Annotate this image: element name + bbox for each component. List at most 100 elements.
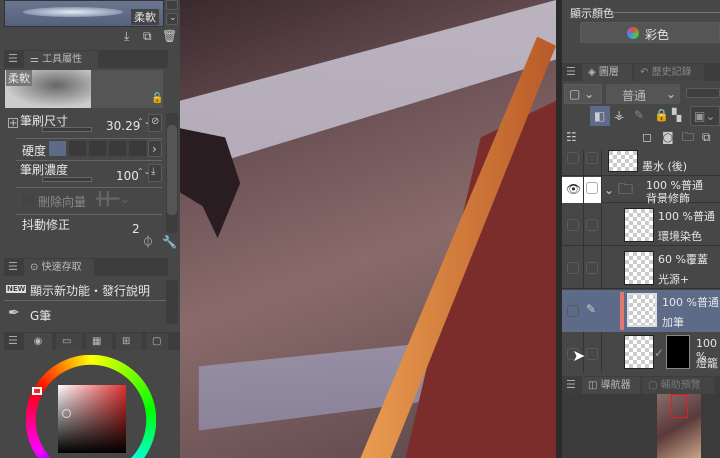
tab-label: 工具屬性 [42, 54, 83, 65]
layer-row[interactable]: ✓ 100 % 燈籠 [562, 333, 720, 372]
menu-icon[interactable]: ☰ [566, 65, 576, 78]
density-label: 筆刷濃度 [20, 163, 69, 177]
tab-label: 圖層 [598, 67, 619, 78]
new-raster-layer-icon[interactable]: ◻ [642, 131, 652, 143]
opacity-slider[interactable] [686, 88, 720, 98]
layer-row[interactable]: 100 %普通 環境染色 [562, 204, 720, 246]
pressure-button[interactable]: ⊘ [148, 114, 162, 132]
tab-color-set[interactable]: ▦ [86, 333, 112, 350]
stabilization-label: 抖動修正 [22, 218, 71, 232]
layer-row[interactable]: 60 %覆蓋 光源+ [562, 247, 720, 289]
hardness-next-button[interactable]: › [148, 140, 162, 157]
vector-mode-icons: ╋╋━⌄ [96, 192, 131, 207]
quick-access-item[interactable]: NEW 顯示新功能・發行說明 [4, 279, 166, 301]
color-picker-handle[interactable] [62, 409, 71, 418]
menu-icon[interactable]: ☰ [8, 260, 18, 273]
chevron-down-icon[interactable]: ⌄ [604, 184, 614, 196]
color-mode-icon [627, 27, 639, 39]
canvas[interactable] [180, 0, 556, 458]
mask-button[interactable]: ▣⌄ [690, 106, 720, 126]
tab-history[interactable]: ↶ 歷史記錄 [634, 64, 704, 81]
tab-tool-property[interactable]: ⚌ 工具屬性 [24, 51, 98, 68]
download-icon[interactable]: ⤓ [124, 30, 129, 42]
menu-icon[interactable]: ☰ [8, 334, 18, 347]
reference-layer-icon[interactable]: ⚶ [614, 109, 624, 121]
duplicate-icon[interactable]: ⧉ [143, 30, 152, 42]
tab-label: 導航器 [600, 380, 631, 391]
tab-sub-view[interactable]: ▢ 輔助預覽 [642, 377, 714, 394]
pen-icon: ✒ [8, 305, 20, 321]
navigator-header: ☰ ◫ 導航器 ▢ 輔助預覽 [562, 376, 720, 394]
tab-color-wheel[interactable]: ◉ [24, 333, 52, 350]
property-list: + 筆刷尺寸 30.29 ⌃⌄ ⊘ 硬度 › 筆刷濃度 100 ⌃⌄ ⤓ 刪除向… [4, 110, 164, 250]
stabilization-value[interactable]: 2 [132, 222, 140, 236]
tab-navigator[interactable]: ◫ 導航器 [582, 377, 640, 394]
brush-size-slider[interactable] [42, 127, 92, 132]
navigator-view[interactable] [562, 394, 720, 458]
layer-list: 墨水 (後) 👁 ⌄ 🗀 100 %普通 背景修飾 100 %普通 環境染色 6… [562, 150, 720, 372]
draft-layer-icon[interactable]: ✎ [634, 109, 644, 121]
vector-erase-label: 刪除向量 [38, 195, 87, 209]
layer-panel-header: ☰ ◈ 圖層 ↶ 歷史記錄 [562, 63, 720, 81]
layer-name: 墨水 (後) [642, 160, 688, 173]
property-scrollbar[interactable] [166, 113, 178, 233]
clip-layer-button[interactable]: ◧ [590, 106, 610, 126]
hardness-label: 硬度 [22, 144, 47, 158]
density-pressure-button[interactable]: ⤓ [148, 164, 162, 182]
new-vector-layer-icon[interactable]: ◙ [662, 131, 674, 143]
saturation-value-square[interactable] [58, 385, 126, 453]
visibility-toggle[interactable]: 👁 [562, 177, 583, 203]
quick-access-scrollbar[interactable] [166, 280, 178, 324]
tab-label: 歷史記錄 [651, 67, 692, 78]
tab-quick-access[interactable]: ⊙ 快速存取 [24, 259, 94, 276]
blend-mode-dropdown[interactable]: 普通 ⌄ [606, 84, 680, 104]
transfer-layer-icon[interactable]: ⧉ [702, 131, 711, 143]
trash-icon[interactable]: 🗑 [162, 30, 177, 42]
quick-access-icon: ⊙ [30, 262, 39, 273]
lock-icon[interactable]: 🔒 [654, 109, 669, 121]
layer-row-selected[interactable]: ✎ 100 %普通 加筆 [562, 290, 720, 332]
display-color-dropdown[interactable]: 彩色 [580, 22, 720, 43]
tab-color-slider[interactable]: ▭ [56, 333, 82, 350]
density-value[interactable]: 100 [116, 169, 139, 183]
lock-transparency-icon[interactable]: ▚ [672, 109, 681, 121]
quick-access-header: ☰ ⊙ 快速存取 [4, 258, 168, 276]
layer-name: 光源+ [658, 273, 690, 286]
layer-row[interactable]: 墨水 (後) [562, 150, 720, 176]
hue-handle[interactable] [32, 387, 42, 395]
tab-approximate-color[interactable]: ▢ [146, 333, 168, 350]
menu-icon[interactable]: ☰ [566, 378, 576, 391]
pencil-icon: ✎ [586, 302, 597, 316]
brush-size-value[interactable]: 30.29 [106, 119, 140, 133]
layer-folder-row[interactable]: 👁 ⌄ 🗀 100 %普通 背景修飾 [562, 177, 720, 205]
brush-preset-preview[interactable]: 柔軟 [4, 0, 164, 27]
display-color-label: 顯示顏色 [570, 7, 614, 20]
vector-erase-checkbox[interactable] [22, 194, 34, 206]
history-icon: ↶ [640, 67, 649, 78]
expand-icon[interactable]: + [8, 118, 18, 129]
quick-access-label: G筆 [30, 309, 52, 323]
menu-icon[interactable]: ☰ [8, 52, 18, 65]
density-slider[interactable] [42, 177, 92, 182]
wrench-icon[interactable]: 🔧 [162, 236, 177, 248]
layer-color-dropdown[interactable]: ▢ ⌄ [564, 84, 602, 104]
tool-property-header: ☰ ⚌ 工具屬性 [4, 50, 168, 68]
new-badge-icon: NEW [6, 285, 27, 293]
tab-label: 輔助預覽 [660, 380, 701, 391]
new-folder-icon[interactable]: 🗀 [682, 131, 694, 143]
layer-blend: 60 %覆蓋 [658, 253, 708, 266]
scroll-down-button[interactable]: ⌄ [166, 13, 178, 25]
lock-toggle[interactable] [584, 177, 601, 203]
unlock-icon[interactable]: 🔓 [151, 94, 163, 104]
tab-intermediate-color[interactable]: ⊞ [116, 333, 142, 350]
layer-color-mark [620, 292, 624, 330]
layer-property-icon[interactable]: ☷ [566, 131, 577, 143]
layer-name: 燈籠 [696, 357, 718, 370]
reset-icon[interactable]: ⏀ [142, 236, 154, 248]
hardness-selector[interactable] [48, 140, 147, 157]
view-frame[interactable] [671, 394, 688, 418]
layer-name: 加筆 [662, 316, 684, 329]
quick-access-item[interactable]: ✒ G筆 [4, 302, 166, 324]
tab-layers[interactable]: ◈ 圖層 [582, 64, 632, 81]
scroll-up-button[interactable] [166, 0, 178, 10]
